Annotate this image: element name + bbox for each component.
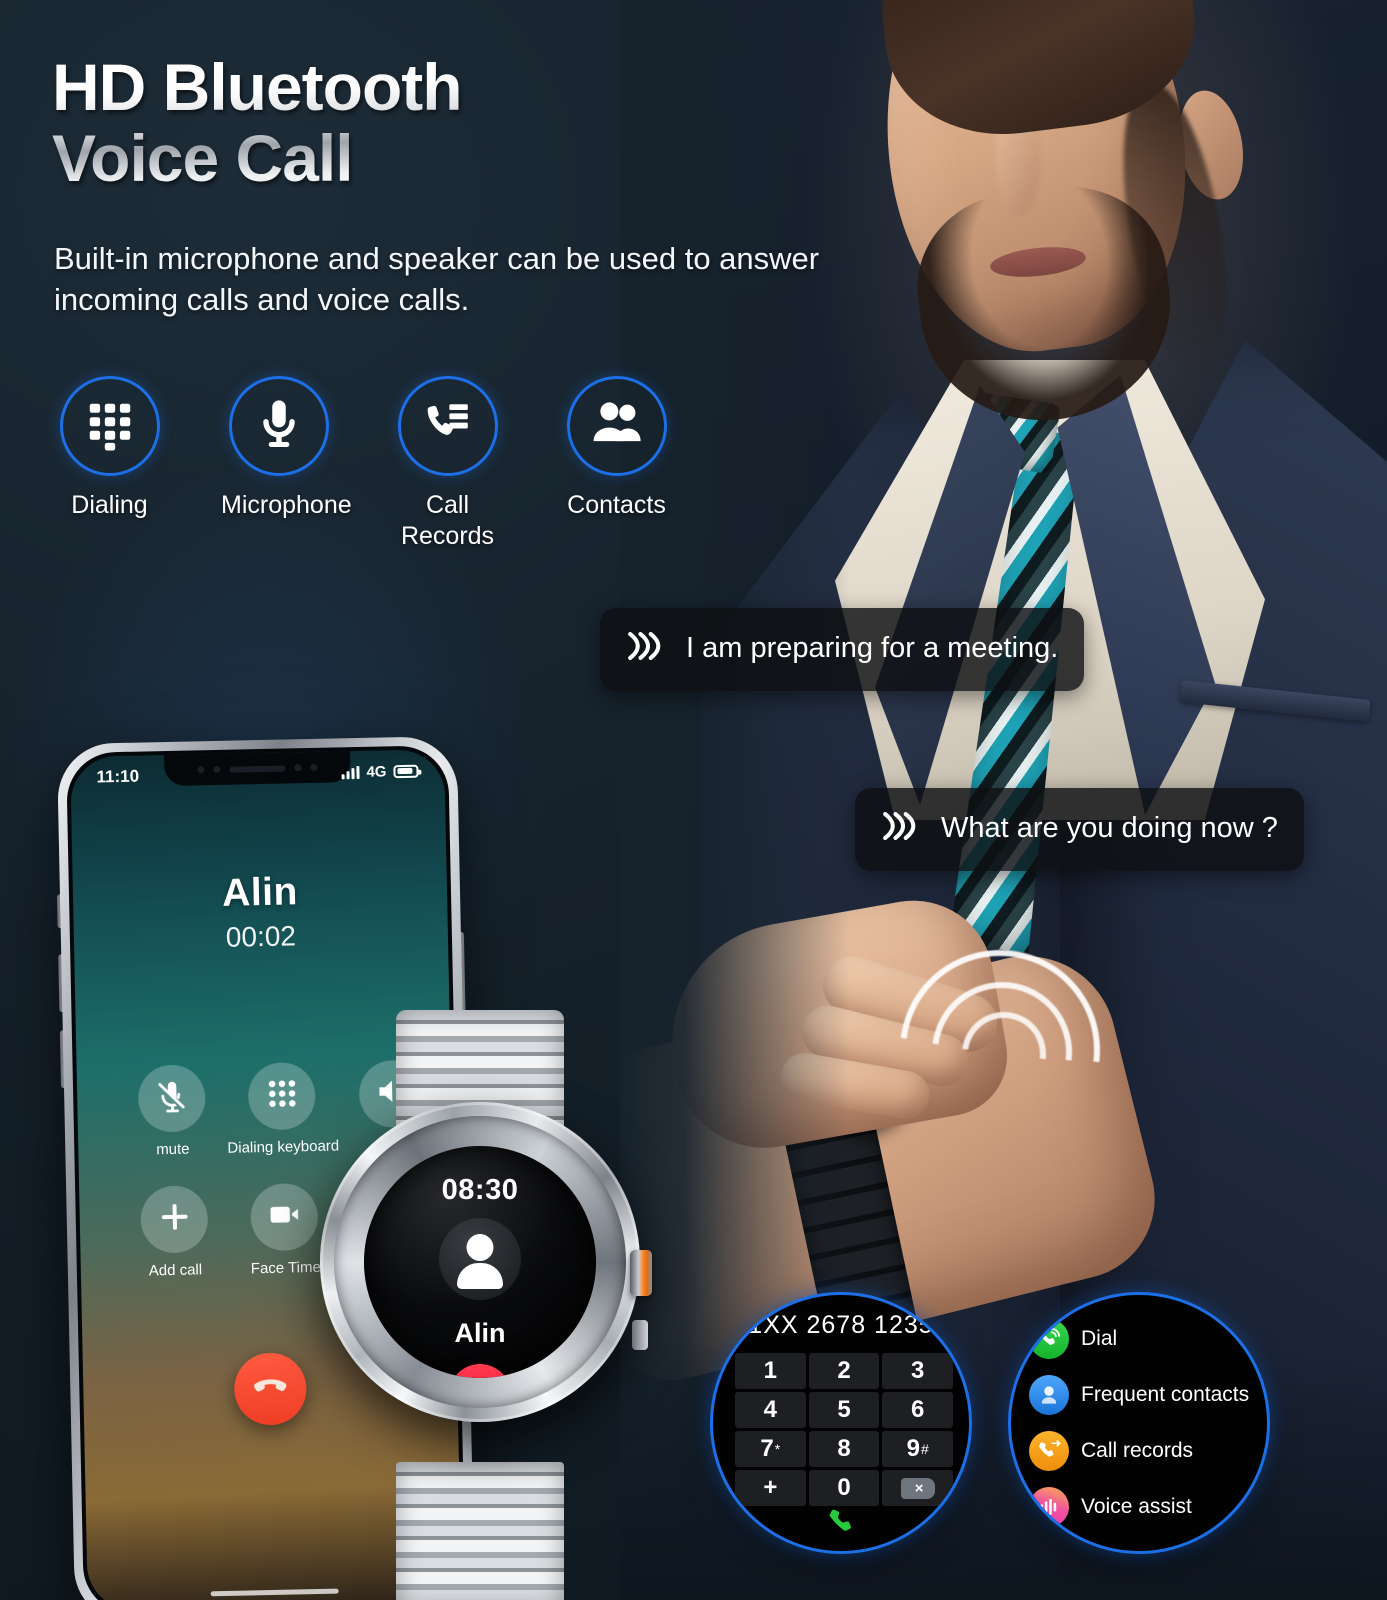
dial-key-8[interactable]: 8	[808, 1431, 880, 1467]
phone-end-call-button[interactable]	[233, 1352, 308, 1426]
dialed-number: 1XX 2678 1235	[748, 1311, 934, 1339]
dial-key-5[interactable]: 5	[808, 1392, 880, 1428]
dialpad-call-button[interactable]	[826, 1506, 856, 1541]
feature-call-records[interactable]: Call Records	[390, 376, 505, 551]
watch-menu-list: Dial Frequent contacts Call records Voic…	[1029, 1311, 1267, 1535]
button-label: mute	[156, 1140, 190, 1159]
dial-key-3[interactable]: 3	[882, 1353, 953, 1389]
menu-item-label: Call records	[1081, 1439, 1194, 1462]
speech-bubble-text: I am preparing for a meeting.	[686, 631, 1059, 664]
dialpad-keys: 1 2 3 4 5 6 7 * 8 9 # + 0 ×	[735, 1353, 953, 1506]
phone-mute-button[interactable]: mute	[117, 1064, 228, 1159]
menu-item-label: Voice assist	[1081, 1495, 1192, 1518]
phone-call-timer: 00:02	[225, 920, 297, 953]
dial-key-1[interactable]: 1	[735, 1353, 806, 1389]
contacts-icon	[590, 397, 644, 456]
video-icon	[267, 1197, 302, 1237]
watch-phone-menu-screen: Dial Frequent contacts Call records Voic…	[1008, 1292, 1270, 1554]
menu-item-call-records[interactable]: Call records	[1029, 1423, 1267, 1479]
phone-call-icon	[826, 1509, 856, 1540]
call-records-icon	[421, 397, 475, 456]
dial-key-0[interactable]: 0	[808, 1470, 880, 1506]
feature-ring	[59, 376, 160, 476]
status-indicators: 4G	[341, 762, 419, 781]
plus-icon	[157, 1200, 192, 1240]
smartwatch-mockup: 08:30 Alin	[300, 1010, 660, 1600]
feature-contacts[interactable]: Contacts	[559, 376, 674, 551]
hangup-icon	[251, 1367, 290, 1411]
sound-wave-icon	[879, 804, 923, 853]
watch-time: 08:30	[441, 1174, 519, 1206]
dial-key-6[interactable]: 6	[882, 1392, 953, 1428]
watch-dialpad-screen: 1XX 2678 1235 1 2 3 4 5 6 7 * 8 9 # + 0 ×	[710, 1292, 972, 1554]
mic-off-icon	[154, 1079, 189, 1119]
sound-wave-arcs	[859, 909, 1141, 1191]
phone-add-call-button[interactable]: Add call	[119, 1185, 230, 1280]
feature-label: Dialing	[71, 491, 148, 519]
speech-bubble-preparing: I am preparing for a meeting.	[600, 608, 1085, 691]
network-type-label: 4G	[366, 762, 387, 781]
feature-label: Microphone	[221, 491, 352, 519]
feature-ring	[566, 376, 667, 476]
feature-microphone[interactable]: Microphone	[221, 376, 352, 551]
phone-status-bar: 11:10 4G	[70, 755, 445, 793]
battery-icon	[393, 764, 419, 778]
feature-ring	[397, 376, 498, 476]
menu-item-voice-assist[interactable]: Voice assist	[1029, 1479, 1267, 1535]
watch-crown-button[interactable]	[630, 1250, 652, 1296]
call-records-arrow-icon	[1029, 1431, 1069, 1471]
feature-label: Contacts	[567, 491, 666, 519]
feature-dialing[interactable]: Dialing	[52, 376, 167, 551]
menu-item-dial[interactable]: Dial	[1029, 1311, 1267, 1367]
phone-caller-name: Alin	[221, 870, 299, 915]
feature-ring	[228, 376, 329, 476]
poster-canvas: HD Bluetooth Voice Call Built-in microph…	[0, 0, 1387, 1600]
menu-item-label: Frequent contacts	[1081, 1383, 1250, 1406]
person-avatar-icon	[439, 1218, 521, 1300]
watch-band-bottom	[396, 1462, 564, 1600]
keypad-icon	[83, 397, 137, 456]
button-circle	[140, 1185, 209, 1254]
dial-key-2[interactable]: 2	[808, 1353, 880, 1389]
watch-caller-name: Alin	[454, 1318, 506, 1348]
button-label: Add call	[148, 1261, 203, 1280]
voice-assist-icon	[1029, 1487, 1069, 1527]
speech-bubble-text: What are you doing now ?	[941, 811, 1278, 844]
dial-key-9[interactable]: 9 #	[882, 1431, 953, 1467]
dial-key-backspace[interactable]: ×	[882, 1470, 953, 1506]
page-subtitle: Built-in microphone and speaker can be u…	[54, 241, 820, 318]
watch-end-call-button[interactable]	[449, 1364, 511, 1378]
watch-side-button[interactable]	[632, 1320, 648, 1350]
menu-item-frequent-contacts[interactable]: Frequent contacts	[1029, 1367, 1267, 1423]
watch-screen: 08:30 Alin	[364, 1146, 596, 1378]
feature-icon-row: Dialing Microphone Call Records Contacts	[52, 376, 674, 551]
dial-icon	[1029, 1319, 1069, 1359]
dial-key-plus[interactable]: +	[735, 1470, 806, 1506]
title-line-2: Voice Call	[52, 121, 353, 196]
microphone-icon	[252, 397, 306, 456]
title-line-1: HD Bluetooth	[52, 50, 462, 124]
contact-person-icon	[1029, 1375, 1069, 1415]
watch-case: 08:30 Alin	[320, 1102, 652, 1422]
signal-bars-icon	[341, 765, 360, 779]
status-time: 11:10	[96, 766, 140, 787]
speech-bubble-question: What are you doing now ?	[855, 788, 1304, 871]
backspace-icon: ×	[900, 1477, 935, 1499]
keypad-icon	[265, 1076, 300, 1116]
button-circle	[137, 1064, 207, 1133]
hangup-icon	[463, 1376, 497, 1379]
dial-key-7[interactable]: 7 *	[735, 1431, 806, 1467]
menu-item-label: Dial	[1081, 1327, 1118, 1350]
sound-wave-icon	[624, 624, 668, 673]
page-title: HD Bluetooth Voice Call	[52, 52, 752, 195]
dial-key-4[interactable]: 4	[735, 1392, 806, 1428]
watch-bezel: 08:30 Alin	[334, 1116, 626, 1408]
feature-label: Call Records	[400, 491, 495, 550]
